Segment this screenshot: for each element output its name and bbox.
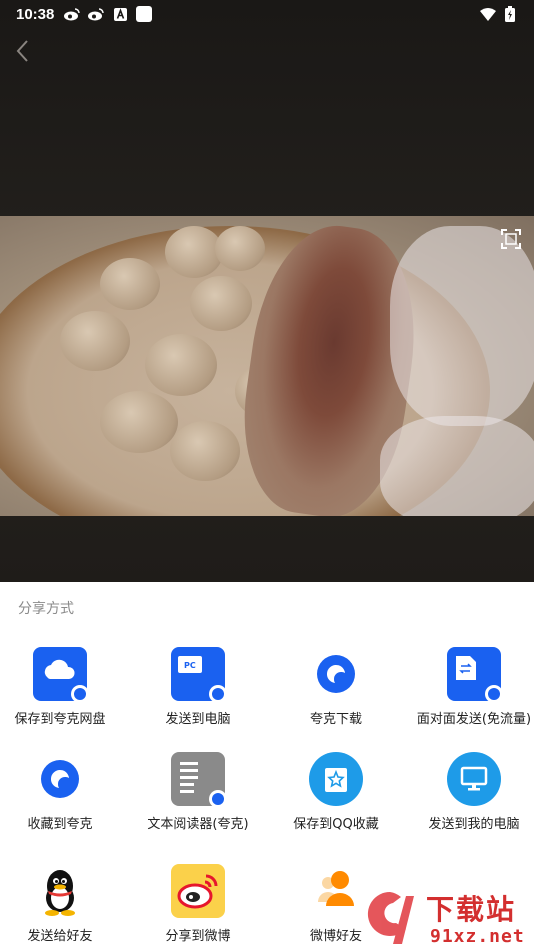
share-item-weibo[interactable]: 分享到微博 bbox=[131, 864, 265, 950]
status-bar: 10:38 bbox=[0, 0, 534, 28]
contacts-icon bbox=[309, 864, 363, 918]
share-item-quark-favorite[interactable]: 收藏到夸克 bbox=[0, 752, 127, 842]
qq-penguin-icon bbox=[33, 864, 87, 918]
bun bbox=[100, 258, 160, 310]
share-item-label: 夸克下载 bbox=[309, 712, 362, 727]
share-item-label: 文本阅读器(夸克) bbox=[147, 817, 249, 832]
watermark-title: 下载站 bbox=[426, 893, 517, 926]
glove bbox=[390, 226, 534, 426]
bun bbox=[215, 226, 265, 271]
image-viewer bbox=[0, 0, 534, 582]
a-icon bbox=[112, 7, 128, 21]
back-button[interactable] bbox=[10, 36, 36, 66]
white-square-icon bbox=[136, 6, 153, 22]
share-item-send-to-pc[interactable]: PC 发送到电脑 bbox=[131, 647, 265, 737]
share-item-text-reader[interactable]: 文本阅读器(夸克) bbox=[131, 752, 265, 842]
share-item-label: 面对面发送(免流量) bbox=[416, 712, 532, 727]
pc-icon: PC bbox=[171, 647, 227, 703]
share-sheet: 分享方式 保存到夸克网盘 PC 发送到电脑 夸克下载 面对面发送(免流量) 收藏… bbox=[0, 582, 534, 950]
share-item-save-quark-drive[interactable]: 保存到夸克网盘 bbox=[0, 647, 127, 737]
share-item-quark-download[interactable]: 夸克下载 bbox=[269, 647, 403, 737]
photo[interactable] bbox=[0, 216, 534, 516]
bun bbox=[170, 421, 240, 481]
share-item-label: 分享到微博 bbox=[165, 929, 231, 944]
share-sheet-title: 分享方式 bbox=[18, 600, 74, 616]
weibo-icon bbox=[64, 7, 81, 21]
watermark-url: 91xz.net bbox=[430, 926, 525, 947]
bun bbox=[145, 334, 217, 396]
weibo-icon bbox=[171, 864, 225, 918]
fullscreen-button[interactable] bbox=[500, 228, 522, 250]
cloud-drive-icon bbox=[33, 647, 89, 703]
watermark-logo: 下载站 91xz.net bbox=[360, 886, 532, 948]
share-item-label: 保存到夸克网盘 bbox=[14, 712, 106, 727]
fullscreen-icon bbox=[501, 229, 521, 249]
document-icon bbox=[171, 752, 227, 808]
bun bbox=[60, 311, 130, 371]
share-item-face-to-face[interactable]: 面对面发送(免流量) bbox=[407, 647, 534, 737]
weibo-icon bbox=[88, 7, 105, 21]
bun bbox=[100, 391, 178, 453]
share-item-label: 发送到我的电脑 bbox=[428, 817, 520, 832]
svg-text:PC: PC bbox=[184, 661, 196, 670]
qq-favorite-icon bbox=[309, 752, 363, 806]
share-item-label: 发送给好友 bbox=[27, 929, 93, 944]
bun bbox=[190, 276, 252, 331]
wifi-icon bbox=[480, 7, 496, 21]
chevron-left-icon bbox=[16, 40, 28, 62]
share-item-label: 保存到QQ收藏 bbox=[293, 817, 379, 832]
face-to-face-icon bbox=[447, 647, 503, 703]
bun bbox=[165, 226, 223, 278]
quark-icon bbox=[33, 752, 87, 806]
quark-icon bbox=[309, 647, 363, 701]
monitor-icon bbox=[447, 752, 501, 806]
glove bbox=[380, 416, 534, 516]
share-item-send-my-computer[interactable]: 发送到我的电脑 bbox=[407, 752, 534, 842]
battery-icon bbox=[502, 6, 518, 22]
share-item-qq-favorite[interactable]: 保存到QQ收藏 bbox=[269, 752, 403, 842]
status-time: 10:38 bbox=[16, 5, 55, 23]
share-item-label: 发送到电脑 bbox=[165, 712, 231, 727]
share-item-label: 收藏到夸克 bbox=[27, 817, 93, 832]
share-item-send-friend[interactable]: 发送给好友 bbox=[0, 864, 127, 950]
